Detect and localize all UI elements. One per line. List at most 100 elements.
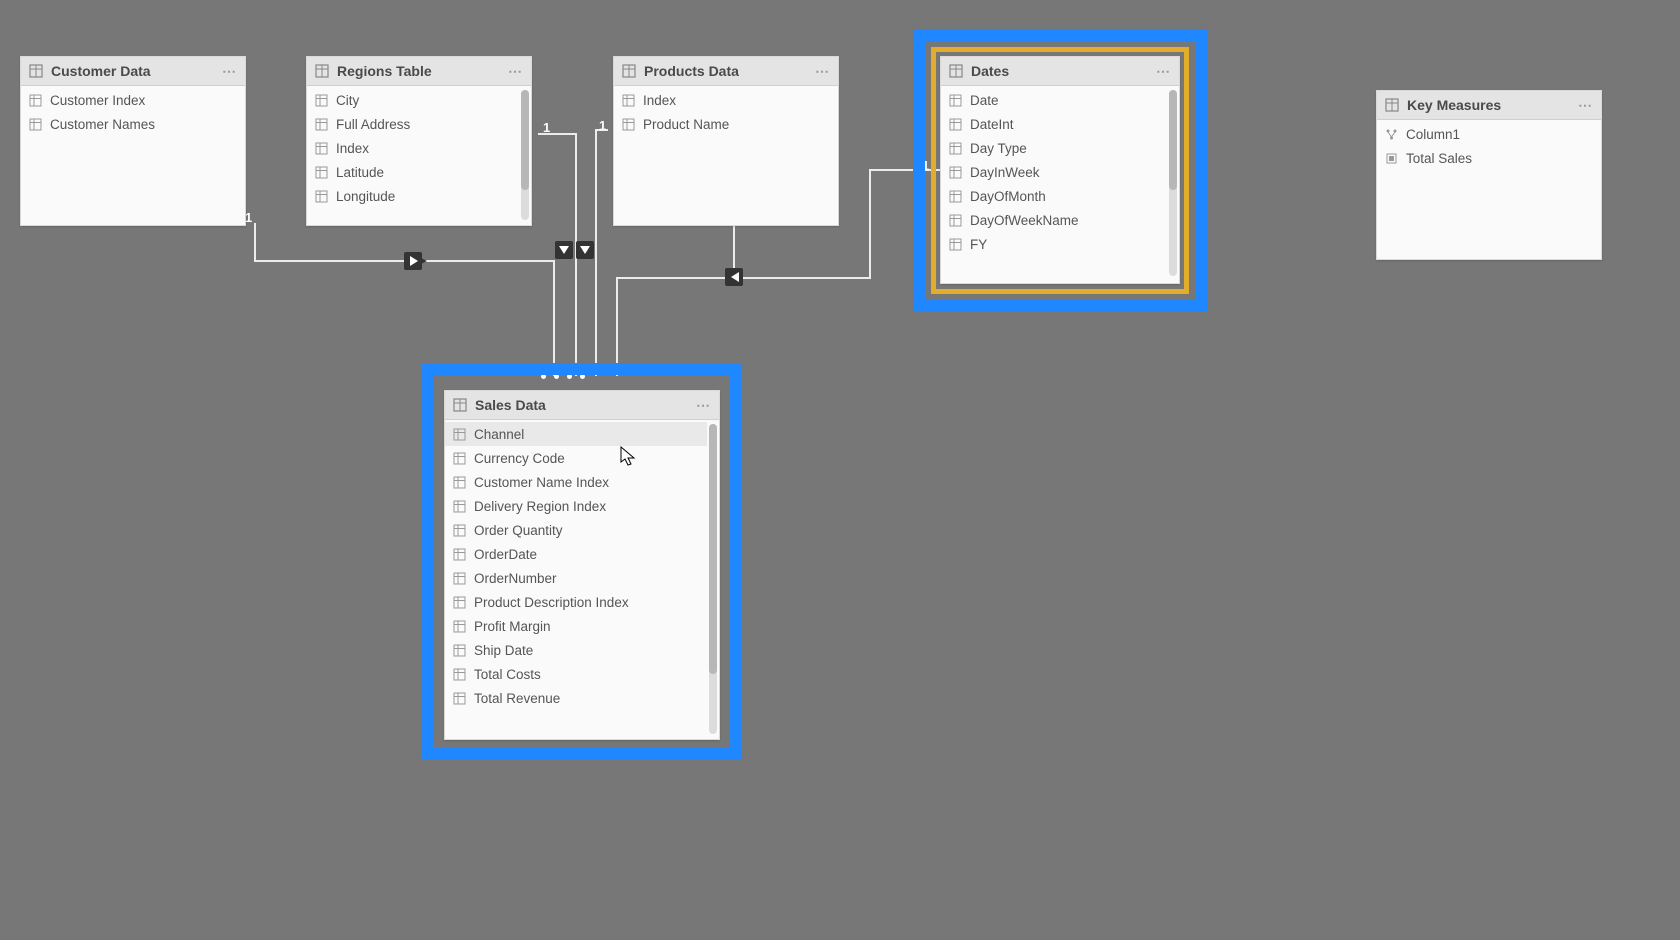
table-header-dates[interactable]: Dates ⋯ bbox=[941, 57, 1179, 86]
field-row[interactable]: DayOfMonth bbox=[941, 184, 1167, 208]
field-label: DayOfWeekName bbox=[970, 213, 1079, 228]
field-row[interactable]: Profit Margin bbox=[445, 614, 707, 638]
field-label: Profit Margin bbox=[474, 619, 551, 634]
cardinality-one-products-left: 1 bbox=[599, 118, 606, 133]
column-icon bbox=[453, 572, 466, 585]
field-row[interactable]: Total Costs bbox=[445, 662, 707, 686]
scrollbar-thumb[interactable] bbox=[709, 424, 717, 674]
column-icon bbox=[453, 620, 466, 633]
field-label: Day Type bbox=[970, 141, 1027, 156]
field-row[interactable]: Index bbox=[614, 88, 838, 112]
table-title: Key Measures bbox=[1407, 97, 1501, 113]
table-header-regions-table[interactable]: Regions Table ⋯ bbox=[307, 57, 531, 86]
field-label: Total Costs bbox=[474, 667, 541, 682]
field-label: Index bbox=[336, 141, 369, 156]
table-body-customer-data: Customer Index Customer Names bbox=[21, 86, 245, 225]
field-label: DayOfMonth bbox=[970, 189, 1046, 204]
table-title: Regions Table bbox=[337, 63, 432, 79]
table-icon bbox=[949, 64, 963, 78]
column-icon bbox=[949, 94, 962, 107]
scrollbar-thumb[interactable] bbox=[521, 90, 529, 190]
table-title: Dates bbox=[971, 63, 1009, 79]
column-icon bbox=[453, 548, 466, 561]
scrollbar-thumb[interactable] bbox=[1169, 90, 1177, 190]
table-icon bbox=[1385, 98, 1399, 112]
table-header-key-measures[interactable]: Key Measures ⋯ bbox=[1377, 91, 1601, 120]
field-label: Longitude bbox=[336, 189, 395, 204]
field-label: Channel bbox=[474, 427, 524, 442]
field-row[interactable]: Product Description Index bbox=[445, 590, 707, 614]
field-row[interactable]: Latitude bbox=[307, 160, 519, 184]
table-header-sales-data[interactable]: Sales Data ⋯ bbox=[445, 391, 719, 420]
table-card-sales-data[interactable]: Sales Data ⋯ Channel Currency Code Custo… bbox=[444, 390, 720, 740]
field-row[interactable]: Order Quantity bbox=[445, 518, 707, 542]
column-icon bbox=[315, 166, 328, 179]
field-label: Date bbox=[970, 93, 999, 108]
field-row[interactable]: Channel bbox=[445, 422, 707, 446]
field-row[interactable]: OrderNumber bbox=[445, 566, 707, 590]
field-row[interactable]: Full Address bbox=[307, 112, 519, 136]
field-row[interactable]: DateInt bbox=[941, 112, 1167, 136]
field-row[interactable]: Customer Name Index bbox=[445, 470, 707, 494]
field-row[interactable]: Customer Names bbox=[21, 112, 245, 136]
column-icon bbox=[453, 476, 466, 489]
field-label: Total Sales bbox=[1406, 151, 1472, 166]
table-header-products-data[interactable]: Products Data ⋯ bbox=[614, 57, 838, 86]
table-options-icon[interactable]: ⋯ bbox=[696, 397, 711, 414]
table-options-icon[interactable]: ⋯ bbox=[222, 63, 237, 80]
measure-icon bbox=[1385, 152, 1398, 165]
field-label: Latitude bbox=[336, 165, 384, 180]
column-icon bbox=[622, 118, 635, 131]
field-row[interactable]: Date bbox=[941, 88, 1167, 112]
field-row[interactable]: Total Sales bbox=[1377, 146, 1601, 170]
field-label: Currency Code bbox=[474, 451, 565, 466]
field-row[interactable]: Column1 bbox=[1377, 122, 1601, 146]
table-options-icon[interactable]: ⋯ bbox=[1578, 97, 1593, 114]
table-header-customer-data[interactable]: Customer Data ⋯ bbox=[21, 57, 245, 86]
table-card-key-measures[interactable]: Key Measures ⋯ Column1 Total Sales bbox=[1376, 90, 1602, 260]
field-label: Full Address bbox=[336, 117, 410, 132]
field-label: OrderNumber bbox=[474, 571, 557, 586]
table-options-icon[interactable]: ⋯ bbox=[815, 63, 830, 80]
field-label: Index bbox=[643, 93, 676, 108]
field-row[interactable]: DayInWeek bbox=[941, 160, 1167, 184]
field-row[interactable]: Longitude bbox=[307, 184, 519, 208]
table-card-regions-table[interactable]: Regions Table ⋯ City Full Address Index … bbox=[306, 56, 532, 226]
field-row[interactable]: DayOfWeekName bbox=[941, 208, 1167, 232]
field-row[interactable]: City bbox=[307, 88, 519, 112]
field-label: Customer Name Index bbox=[474, 475, 609, 490]
column-icon bbox=[949, 238, 962, 251]
table-title: Sales Data bbox=[475, 397, 546, 413]
field-label: Customer Index bbox=[50, 93, 145, 108]
field-row[interactable]: Customer Index bbox=[21, 88, 245, 112]
field-row[interactable]: Delivery Region Index bbox=[445, 494, 707, 518]
table-body-sales-data: Channel Currency Code Customer Name Inde… bbox=[445, 420, 719, 739]
hierarchy-icon bbox=[1385, 128, 1398, 141]
table-options-icon[interactable]: ⋯ bbox=[1156, 63, 1171, 80]
field-label: Column1 bbox=[1406, 127, 1460, 142]
field-row[interactable]: Currency Code bbox=[445, 446, 707, 470]
cardinality-one-customer: 1 bbox=[245, 210, 252, 225]
table-icon bbox=[453, 398, 467, 412]
field-label: Customer Names bbox=[50, 117, 155, 132]
field-row[interactable]: FY bbox=[941, 232, 1167, 256]
field-row[interactable]: Index bbox=[307, 136, 519, 160]
table-card-customer-data[interactable]: Customer Data ⋯ Customer Index Customer … bbox=[20, 56, 246, 226]
column-icon bbox=[453, 668, 466, 681]
column-icon bbox=[315, 190, 328, 203]
field-label: Product Description Index bbox=[474, 595, 629, 610]
field-row[interactable]: Total Revenue bbox=[445, 686, 707, 710]
field-label: Delivery Region Index bbox=[474, 499, 606, 514]
column-icon bbox=[949, 214, 962, 227]
field-label: Ship Date bbox=[474, 643, 533, 658]
field-row[interactable]: Ship Date bbox=[445, 638, 707, 662]
field-row[interactable]: Day Type bbox=[941, 136, 1167, 160]
table-title: Products Data bbox=[644, 63, 739, 79]
field-row[interactable]: Product Name bbox=[614, 112, 838, 136]
table-icon bbox=[29, 64, 43, 78]
column-icon bbox=[949, 166, 962, 179]
table-card-dates[interactable]: Dates ⋯ Date DateInt Day Type DayInWeek … bbox=[940, 56, 1180, 284]
table-options-icon[interactable]: ⋯ bbox=[508, 63, 523, 80]
field-row[interactable]: OrderDate bbox=[445, 542, 707, 566]
table-card-products-data[interactable]: Products Data ⋯ Index Product Name bbox=[613, 56, 839, 226]
